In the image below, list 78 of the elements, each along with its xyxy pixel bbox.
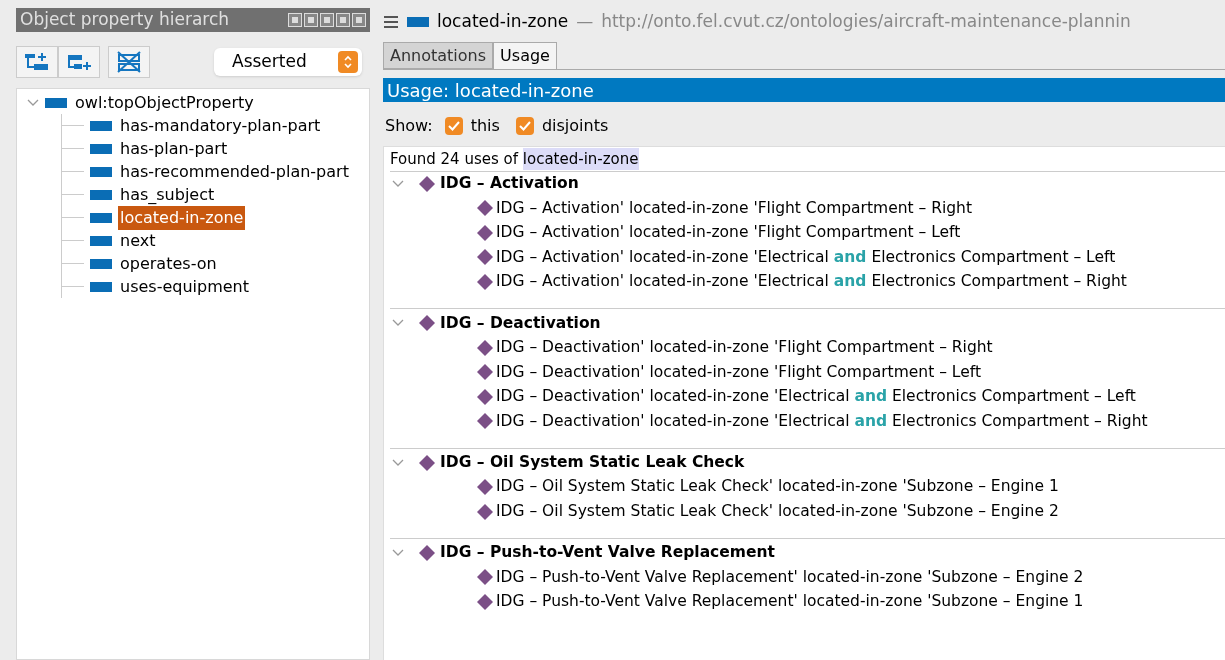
usage-item[interactable]: IDG – Activation' located-in-zone 'Electrical and Electronics Compartment – Right xyxy=(496,270,1127,294)
usage-item[interactable]: IDG – Deactivation' located-in-zone 'Flight Compartment – Left xyxy=(496,360,981,384)
chevron-icon[interactable] xyxy=(392,319,404,328)
usage-item[interactable]: IDG – Deactivation' located-in-zone 'Electrical and Electronics Compartment – Left xyxy=(496,385,1136,409)
usage-item[interactable]: IDG – Push-to-Vent Valve Replacement' located-in-zone 'Subzone – Engine 2 xyxy=(496,565,1084,589)
diamond-icon xyxy=(476,387,494,406)
toolbar-button[interactable] xyxy=(108,46,150,78)
tree-item[interactable]: owl:topObjectProperty xyxy=(73,90,256,115)
group-title[interactable]: IDG – Push-to-Vent Valve Replacement xyxy=(440,541,775,565)
diamond-icon xyxy=(476,273,494,292)
property-icon xyxy=(90,189,112,200)
entity-iri: http://onto.fel.cvut.cz/ontologies/aircraft-maintenance-plannin xyxy=(601,10,1131,34)
usage-item[interactable]: IDG – Activation' located-in-zone 'Electrical and Electronics Compartment – Left xyxy=(496,245,1116,270)
usage-item[interactable]: IDG – Activation' located-in-zone 'Flight Compartment – Right xyxy=(496,196,972,220)
usage-item[interactable]: IDG – Activation' located-in-zone 'Flight Compartment – Left xyxy=(496,221,961,245)
tree-item[interactable]: has_subject xyxy=(118,182,217,207)
stepper-icon xyxy=(338,51,358,73)
toolbar-button[interactable] xyxy=(58,46,100,78)
usage-item[interactable]: IDG – Oil System Static Leak Check' located-in-zone 'Subzone – Engine 2 xyxy=(496,500,1059,524)
usage-item[interactable]: IDG – Deactivation' located-in-zone 'Electrical and Electronics Compartment – Right xyxy=(496,409,1148,434)
usage-item[interactable]: IDG – Deactivation' located-in-zone 'Flight Compartment – Right xyxy=(496,336,993,360)
diamond-icon xyxy=(476,592,494,611)
property-icon xyxy=(90,235,112,246)
tree-item[interactable]: next xyxy=(118,228,158,253)
chevron-icon[interactable] xyxy=(392,180,404,188)
group-title[interactable]: IDG – Oil System Static Leak Check xyxy=(440,451,745,475)
property-icon xyxy=(45,97,67,108)
diamond-icon xyxy=(476,502,494,521)
tree-item[interactable]: has-recommended-plan-part xyxy=(118,159,351,184)
tree-item[interactable]: located-in-zone xyxy=(118,205,246,230)
diamond-icon xyxy=(418,543,436,562)
diamond-icon xyxy=(418,453,436,472)
group-title[interactable]: IDG – Activation xyxy=(440,172,579,196)
checkbox[interactable] xyxy=(444,117,463,135)
diamond-icon xyxy=(476,338,494,357)
property-icon xyxy=(90,120,112,131)
property-icon xyxy=(90,281,112,292)
property-icon xyxy=(90,258,112,269)
group-title[interactable]: IDG – Deactivation xyxy=(440,311,601,335)
found-text: Found 24 uses of located-in-zone xyxy=(390,147,1225,171)
diamond-icon xyxy=(476,412,494,431)
chevron-icon[interactable] xyxy=(392,548,404,557)
chevron-icon[interactable] xyxy=(392,458,404,467)
diamond-icon xyxy=(418,175,436,193)
property-icon xyxy=(90,212,112,223)
toolbar-button[interactable] xyxy=(16,46,58,78)
diamond-icon xyxy=(476,223,494,242)
diamond-icon xyxy=(418,314,436,333)
chevron-icon[interactable] xyxy=(27,98,39,107)
menu-icon[interactable] xyxy=(383,15,399,29)
add-child-icon xyxy=(24,52,50,72)
view-select[interactable]: Asserted xyxy=(214,48,362,76)
delete-icon xyxy=(116,51,142,73)
tab[interactable]: Annotations xyxy=(383,42,494,69)
separator: — xyxy=(576,10,594,34)
diamond-icon xyxy=(476,568,494,587)
diamond-icon xyxy=(476,478,494,497)
property-icon xyxy=(407,17,429,27)
add-sibling-icon xyxy=(66,52,92,72)
tree-item[interactable]: uses-equipment xyxy=(118,274,251,299)
usage-item[interactable]: IDG – Oil System Static Leak Check' located-in-zone 'Subzone – Engine 1 xyxy=(496,475,1059,499)
diamond-icon xyxy=(476,199,494,218)
show-label: Show: xyxy=(385,115,433,137)
usage-item[interactable]: IDG – Push-to-Vent Valve Replacement' located-in-zone 'Subzone – Engine 1 xyxy=(496,590,1084,614)
checkbox-label: disjoints xyxy=(541,115,609,137)
tree-item[interactable]: has-plan-part xyxy=(118,136,230,161)
panel-title: Object property hierarch xyxy=(20,8,230,32)
checkbox[interactable] xyxy=(515,117,534,135)
tree-item[interactable]: operates-on xyxy=(118,251,219,276)
usage-title-bar: Usage: located-in-zone xyxy=(383,78,1225,102)
diamond-icon xyxy=(476,363,494,382)
entity-name: located-in-zone xyxy=(437,10,569,34)
tab[interactable]: Usage xyxy=(493,42,557,69)
checkbox-label: this xyxy=(470,115,500,137)
diamond-icon xyxy=(476,248,494,267)
tree-item[interactable]: has-mandatory-plan-part xyxy=(118,113,323,138)
property-icon xyxy=(90,166,112,177)
property-icon xyxy=(90,143,112,154)
